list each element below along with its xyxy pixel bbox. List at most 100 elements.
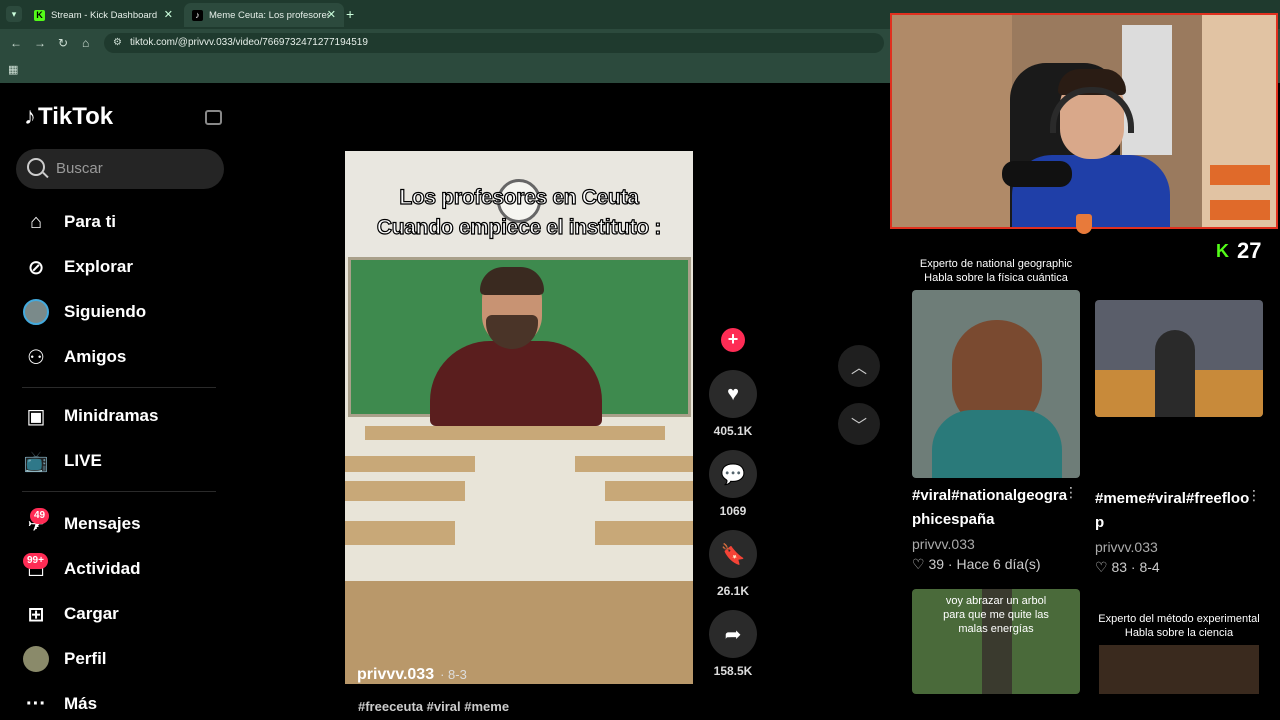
video-likes: 39	[928, 556, 945, 572]
video-likes: 83	[1111, 559, 1128, 575]
forward-icon[interactable]: →	[34, 36, 46, 50]
profile-video-card[interactable]	[1095, 300, 1265, 417]
streamer-webcam	[890, 13, 1278, 229]
nav-item-explorar[interactable]: ⊘ Explorar	[22, 250, 133, 284]
tiktok-logo[interactable]: ♪ TikTok	[24, 103, 113, 131]
new-tab-icon[interactable]: +	[346, 6, 354, 22]
collapse-sidebar-icon[interactable]	[205, 110, 222, 125]
nav-label: Perfil	[64, 649, 107, 668]
follow-plus-icon[interactable]: +	[721, 328, 745, 352]
save-count: 26.1K	[716, 584, 750, 598]
nav-label: Explorar	[64, 257, 133, 276]
video-author[interactable]: privvv.033	[357, 666, 434, 683]
video-meta: ♡ 83 · 8-4	[1095, 559, 1160, 575]
following-avatar-icon	[22, 298, 50, 326]
tab-tiktok-video[interactable]: ♪ Meme Ceuta: Los profesores en ✕	[184, 3, 344, 27]
sidebar-divider	[22, 387, 216, 388]
video-author-line: privvv.033 · 8-3	[357, 666, 467, 684]
nav-item-mas[interactable]: ··· Más	[22, 687, 97, 720]
video-user[interactable]: privvv.033	[1095, 539, 1265, 555]
more-options-icon[interactable]: ⋮	[1064, 484, 1078, 501]
video-title[interactable]: #meme#viral#freefloop	[1095, 487, 1253, 535]
tab-title: Stream - Kick Dashboard	[51, 9, 158, 21]
kick-logo-icon: K	[1216, 240, 1229, 261]
nav-label: Para ti	[64, 212, 116, 231]
thumb-caption: voy abrazar un arbol para que me quite l…	[943, 595, 1049, 635]
nav-item-amigos[interactable]: ⚇ Amigos	[22, 340, 126, 374]
nav-label: Minidramas	[64, 406, 159, 425]
nav-item-para-ti[interactable]: ⌂ Para ti	[22, 205, 116, 239]
profile-avatar-icon	[22, 645, 50, 673]
kick-favicon-icon: K	[34, 9, 45, 21]
video-user[interactable]: privvv.033	[912, 536, 1082, 552]
kick-viewer-counter: K 27	[1216, 238, 1261, 264]
bookmark-icon: 🔖	[709, 530, 757, 578]
share-count: 158.5K	[713, 664, 753, 678]
live-tv-icon: 📺	[23, 450, 49, 473]
save-button[interactable]: 🔖 26.1K	[709, 530, 757, 598]
tab-kick-dashboard[interactable]: K Stream - Kick Dashboard ✕	[26, 3, 181, 27]
video-thumbnail[interactable]: Experto del método experimental Habla sob…	[1095, 589, 1263, 694]
desk	[365, 426, 665, 440]
back-icon[interactable]: ←	[10, 36, 22, 50]
minidramas-icon: ▣	[26, 405, 46, 428]
tiktok-wordmark: TikTok	[38, 103, 114, 130]
share-icon: ➦	[709, 610, 757, 658]
nav-item-siguiendo[interactable]: Siguiendo	[22, 295, 146, 329]
nav-item-cargar[interactable]: ⊞ Cargar	[22, 597, 119, 631]
video-caption-line1: Los profesores en Ceuta	[399, 185, 640, 209]
video-caption-line2: Cuando empiece el instituto :	[376, 215, 662, 239]
video-date: Hace 6 día(s)	[956, 556, 1041, 572]
site-info-icon[interactable]: ⚙	[113, 33, 122, 53]
next-video-button[interactable]: ﹀	[838, 403, 880, 445]
more-options-icon[interactable]: ⋮	[1247, 487, 1261, 504]
video-title[interactable]: #viral#nationalgeographicespaña	[912, 484, 1070, 532]
video-hashtags[interactable]: #freeceuta #viral #meme	[358, 699, 509, 714]
video-thumbnail[interactable]	[912, 290, 1080, 478]
tab-title: Meme Ceuta: Los profesores en	[209, 9, 329, 21]
nav-item-minidramas[interactable]: ▣ Minidramas	[22, 399, 159, 433]
video-meta: ♡ 39 · Hace 6 día(s)	[912, 556, 1041, 572]
video-thumbnail[interactable]: voy abrazar un arbol para que me quite l…	[912, 589, 1080, 694]
search-input[interactable]: Buscar	[16, 149, 224, 189]
tiktok-note-icon: ♪	[24, 103, 36, 130]
home-icon: ⌂	[29, 210, 43, 233]
comment-count: 1069	[719, 504, 747, 518]
nav-label: Amigos	[64, 347, 127, 366]
profile-video-card[interactable]: Experto del método experimental Habla sob…	[1095, 589, 1265, 694]
video-player[interactable]: Los profesores en Ceuta Cuando empiece e…	[345, 151, 693, 684]
heart-icon: ♥	[709, 370, 757, 418]
profile-video-card[interactable]: Experto de national geographic Habla sobr…	[912, 258, 1082, 288]
profile-video-card-details[interactable]: #meme#viral#freefloop ⋮ privvv.033 ♡ 83 …	[1095, 481, 1265, 576]
nav-label: Más	[64, 694, 98, 713]
tab-close-icon[interactable]: ✕	[164, 8, 173, 21]
apps-grid-icon[interactable]: ▦	[8, 63, 18, 76]
reload-icon[interactable]: ↻	[58, 36, 68, 50]
tab-close-icon[interactable]: ✕	[327, 8, 336, 21]
nav-item-perfil[interactable]: Perfil	[22, 642, 107, 676]
thumb-caption: Experto de national geographic Habla sobr…	[919, 258, 1073, 284]
desk	[605, 481, 693, 501]
previous-video-button[interactable]: ︿	[838, 345, 880, 387]
comment-icon: 💬	[709, 450, 757, 498]
like-button[interactable]: ♥ 405.1K	[709, 370, 757, 438]
profile-video-card[interactable]: #viral#nationalgeographicespaña ⋮ privvv…	[912, 290, 1082, 573]
messages-badge: 49	[30, 508, 50, 524]
desk	[345, 456, 475, 472]
heart-outline-icon: ♡	[1095, 559, 1108, 575]
video-thumbnail[interactable]	[1095, 300, 1263, 417]
video-date: 8-4	[1139, 559, 1160, 575]
search-icon	[27, 158, 45, 176]
team-crest-icon	[1076, 214, 1092, 234]
profile-video-card[interactable]: voy abrazar un arbol para que me quite l…	[912, 589, 1082, 694]
home-page-icon[interactable]: ⌂	[82, 36, 89, 50]
viewer-count: 27	[1237, 238, 1262, 263]
url-field[interactable]: ⚙ tiktok.com/@privvv.033/video/766973247…	[104, 33, 884, 53]
tab-search-icon[interactable]: ▾	[6, 6, 22, 22]
comment-button[interactable]: 💬 1069	[709, 450, 757, 518]
share-button[interactable]: ➦ 158.5K	[709, 610, 757, 678]
video-person	[430, 267, 602, 426]
upload-icon: ⊞	[27, 603, 45, 626]
nav-label: Siguiendo	[64, 302, 147, 321]
nav-item-live[interactable]: 📺 LIVE	[22, 444, 102, 478]
